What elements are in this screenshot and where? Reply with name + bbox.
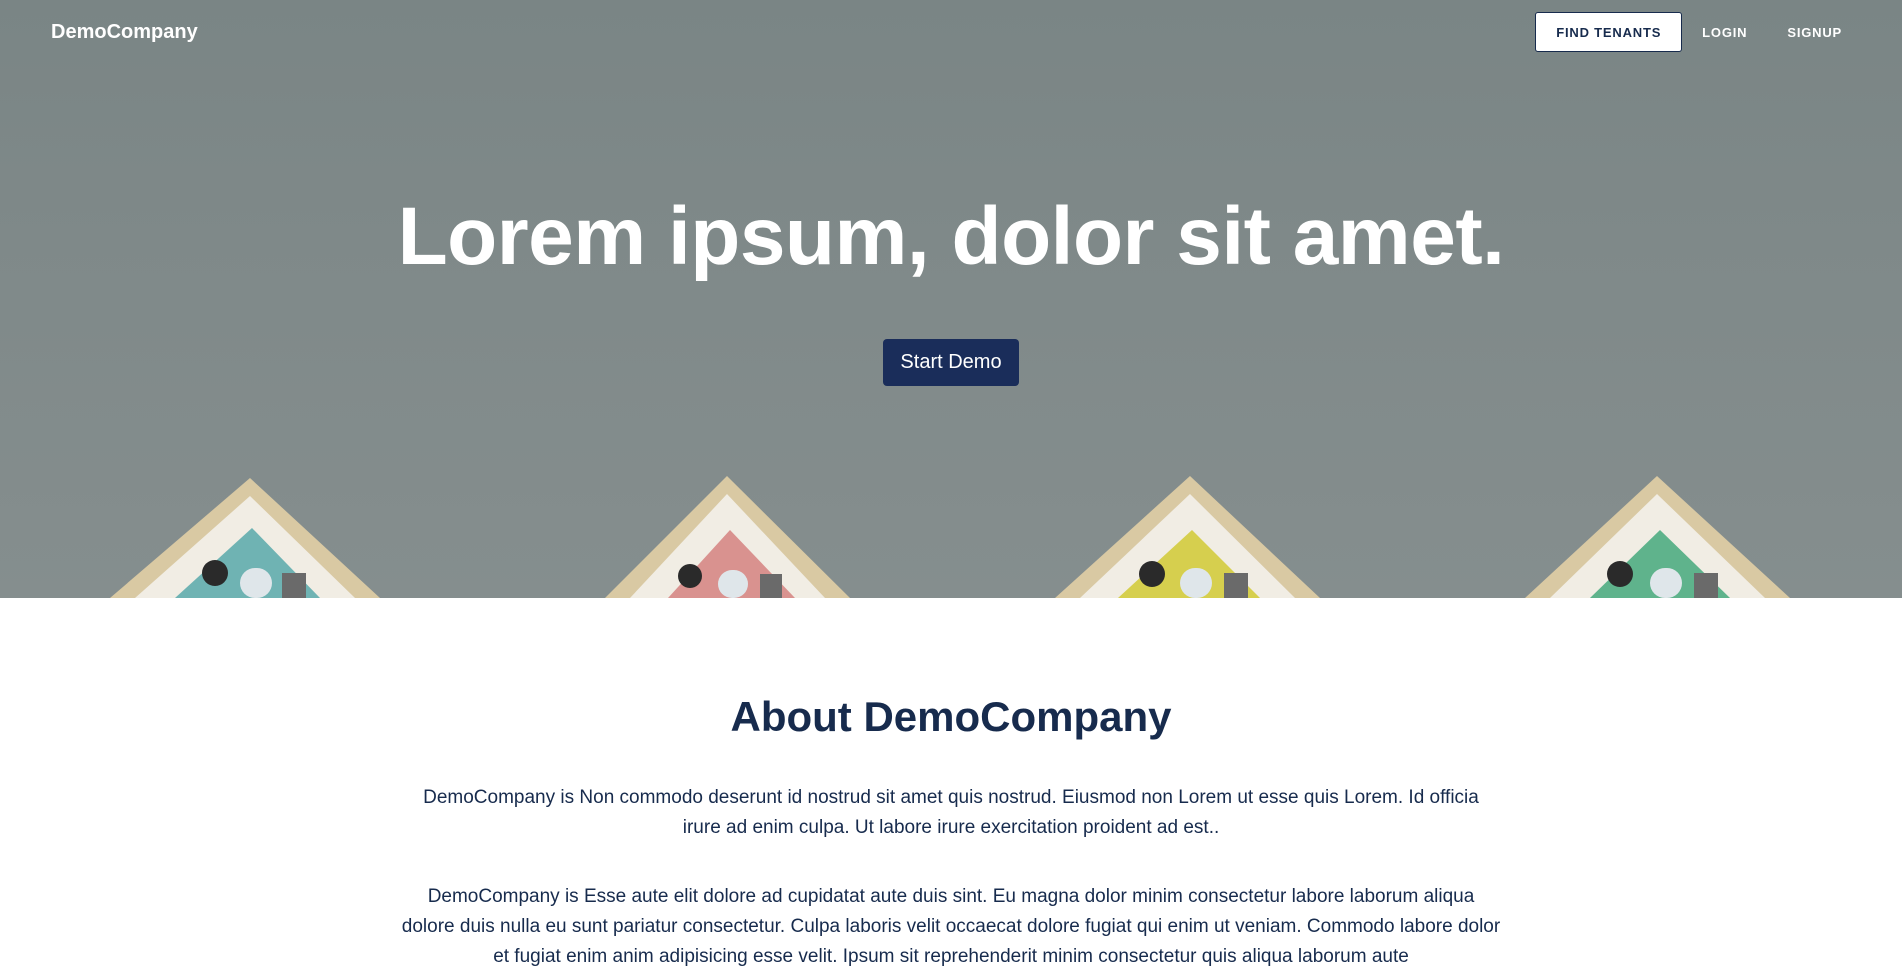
nav-links: FIND TENANTS LOGIN SIGNUP: [1535, 12, 1862, 52]
hero-content: Lorem ipsum, dolor sit amet. Start Demo: [0, 190, 1902, 386]
house-roof-yellow: [1055, 476, 1320, 598]
find-tenants-button[interactable]: FIND TENANTS: [1535, 12, 1683, 52]
about-heading: About DemoCompany: [730, 693, 1172, 740]
house-roof-green: [1525, 476, 1790, 598]
hero-title: Lorem ipsum, dolor sit amet.: [397, 191, 1505, 282]
house-roof-teal: [110, 478, 380, 598]
about-paragraph-1: DemoCompany is Non commodo deserunt id n…: [423, 787, 1479, 838]
about-paragraph-2: DemoCompany is Esse aute elit dolore ad …: [401, 886, 1501, 967]
brand-logo-link[interactable]: DemoCompany: [51, 21, 198, 44]
about-section: About DemoCompany DemoCompany is Non com…: [0, 598, 1902, 972]
hero-section: DemoCompany FIND TENANTS LOGIN SIGNUP Lo…: [0, 0, 1902, 598]
house-roof-pink: [605, 476, 850, 598]
start-demo-button[interactable]: Start Demo: [883, 339, 1019, 386]
login-link[interactable]: LOGIN: [1682, 25, 1767, 40]
houses-rooftops-image: [110, 476, 1790, 598]
signup-link[interactable]: SIGNUP: [1767, 25, 1862, 40]
navbar: DemoCompany FIND TENANTS LOGIN SIGNUP: [0, 0, 1902, 64]
